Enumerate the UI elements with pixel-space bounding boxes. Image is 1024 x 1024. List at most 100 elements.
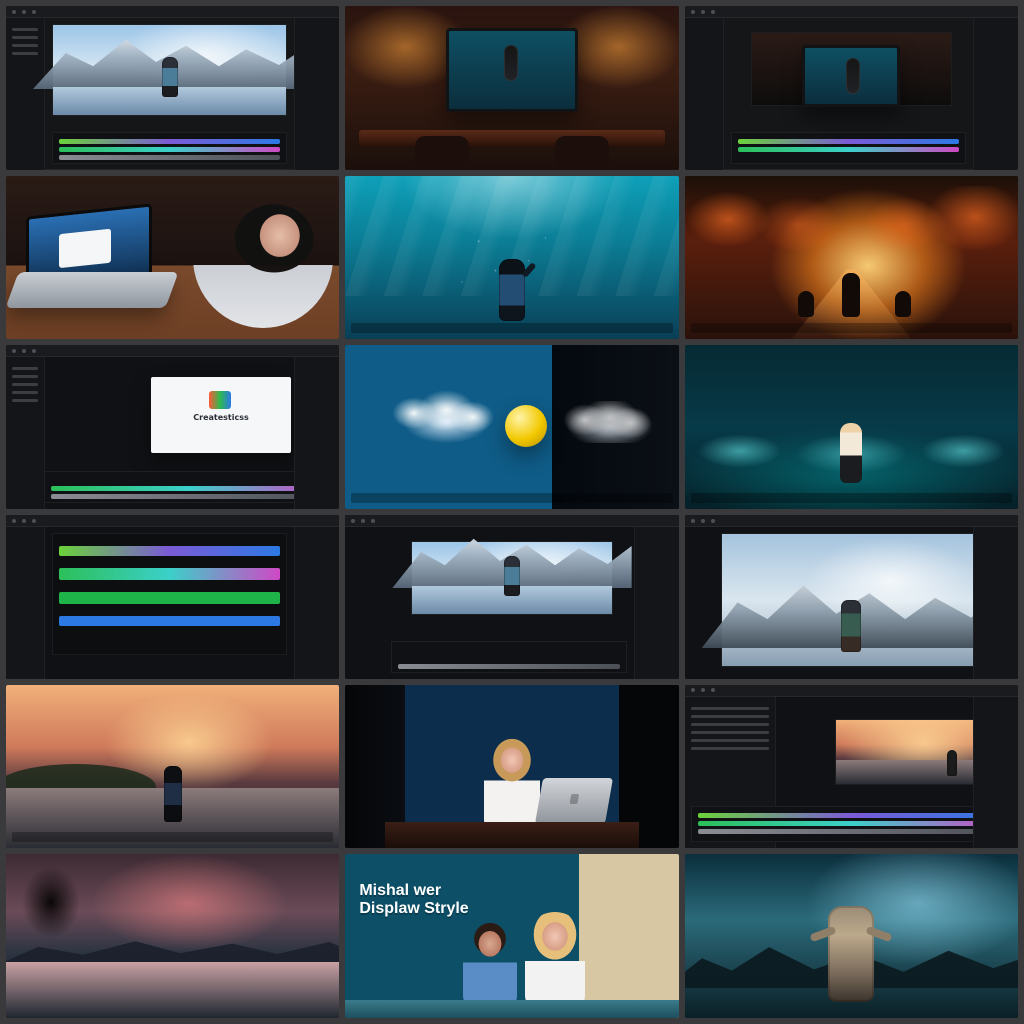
editor-right-panel	[294, 527, 340, 679]
chair	[415, 135, 470, 164]
panel-line	[12, 399, 38, 403]
window-dot-icon	[22, 9, 26, 14]
panel-line	[690, 714, 769, 718]
preview-card-title: Createsticss	[193, 413, 249, 423]
tile-01-editor-mountain-preview	[6, 6, 340, 170]
yellow-ball	[505, 405, 548, 448]
editor-topbar	[684, 515, 1018, 527]
sunset-scene	[6, 684, 340, 849]
editor-left-panel	[6, 357, 45, 509]
window-dot-icon	[22, 518, 26, 523]
editor-left-panel	[6, 18, 45, 170]
desk	[359, 129, 665, 146]
splash-scene	[684, 345, 1018, 509]
screenshot-collage: Createsticss Mishal wer Displaw Stryle	[0, 0, 1024, 1024]
cloud	[375, 387, 506, 446]
panel-line	[690, 746, 769, 750]
sky-split-scene	[345, 345, 679, 509]
timeline-track	[59, 568, 281, 580]
panel-line	[12, 367, 38, 371]
panel-line	[690, 730, 769, 734]
tile-07-editor-card: Createsticss	[6, 345, 340, 509]
timeline-track	[737, 146, 959, 152]
mountain-scene	[392, 538, 632, 614]
editor-right-panel	[973, 18, 1018, 170]
video-preview	[33, 24, 307, 116]
window-dot-icon	[12, 9, 16, 14]
editor-topbar	[6, 515, 340, 527]
timeline	[690, 806, 1012, 843]
timeline-track	[59, 592, 281, 604]
editor-left-panel	[684, 18, 724, 170]
tile-17-promo: Mishal wer Displaw Stryle	[345, 854, 679, 1018]
editor-ui	[6, 515, 340, 679]
video-preview	[392, 538, 632, 615]
underwater-scene	[345, 175, 679, 340]
panel-line	[12, 383, 38, 387]
editor-right-panel	[294, 357, 340, 509]
timeline-track	[697, 829, 1005, 835]
tile-09-splash	[684, 345, 1018, 509]
promo-title: Mishal wer Displaw Stryle	[359, 882, 468, 918]
window-dot-icon	[710, 9, 715, 14]
editor-topbar	[684, 684, 1018, 697]
woman-portrait	[483, 738, 540, 831]
editor-topbar	[345, 515, 679, 527]
editor-left-panel	[6, 527, 45, 679]
panel-lines	[690, 706, 769, 750]
window-dot-icon	[690, 9, 695, 14]
mountain-scene	[33, 25, 307, 115]
window-dot-icon	[32, 518, 36, 523]
timeline	[52, 131, 288, 164]
table	[385, 822, 639, 849]
timeline	[44, 471, 334, 503]
editor-ui	[345, 515, 679, 679]
window-dot-icon	[371, 518, 376, 523]
person-silhouette	[842, 273, 861, 318]
tile-04-laptop	[6, 175, 340, 340]
promo-scene: Mishal wer Displaw Stryle	[345, 854, 679, 1018]
panel-line	[12, 375, 38, 379]
promo-title-line-1: Mishal wer	[359, 882, 442, 900]
promo-title-line-2: Displaw Stryle	[359, 900, 469, 918]
monitor	[802, 45, 901, 107]
table	[345, 1000, 679, 1018]
tile-08-cloud-ball	[345, 345, 679, 509]
lake	[6, 962, 340, 1018]
window-dot-icon	[710, 688, 715, 693]
timeline-track	[59, 138, 281, 144]
editor-right-panel	[973, 696, 1018, 849]
timeline-track	[59, 154, 281, 160]
overlay-controls	[351, 323, 673, 334]
panel-line	[12, 44, 38, 47]
tile-11-editor-mountain	[345, 515, 679, 679]
window-dot-icon	[32, 9, 36, 14]
person-jumping	[840, 423, 863, 483]
timeline-track	[697, 821, 1005, 827]
panel-line	[690, 722, 769, 726]
tile-05-underwater	[345, 175, 679, 340]
timeline-track	[737, 138, 959, 144]
person-woman	[525, 912, 586, 1006]
editor-topbar	[684, 6, 1018, 18]
timeline-track	[51, 486, 327, 491]
window-dot-icon	[690, 518, 695, 523]
video-preview	[701, 533, 1001, 667]
window-dot-icon	[700, 518, 705, 523]
overlay-controls	[351, 493, 673, 503]
laptop-scene	[6, 175, 340, 340]
person-silhouette	[503, 556, 520, 596]
person-silhouette	[163, 766, 182, 823]
laptop-base	[6, 271, 179, 308]
window-dot-icon	[12, 348, 16, 353]
timeline-track	[59, 546, 281, 556]
timeline-track	[59, 146, 281, 152]
sunset-scene	[835, 719, 995, 784]
creature-scene	[684, 854, 1018, 1018]
timeline-viewer	[52, 533, 288, 655]
tile-02-room-tv	[345, 6, 679, 170]
person-profile	[193, 187, 334, 328]
seated-person-silhouette	[797, 291, 814, 318]
editor-ui	[684, 684, 1018, 849]
cloud	[554, 401, 655, 444]
